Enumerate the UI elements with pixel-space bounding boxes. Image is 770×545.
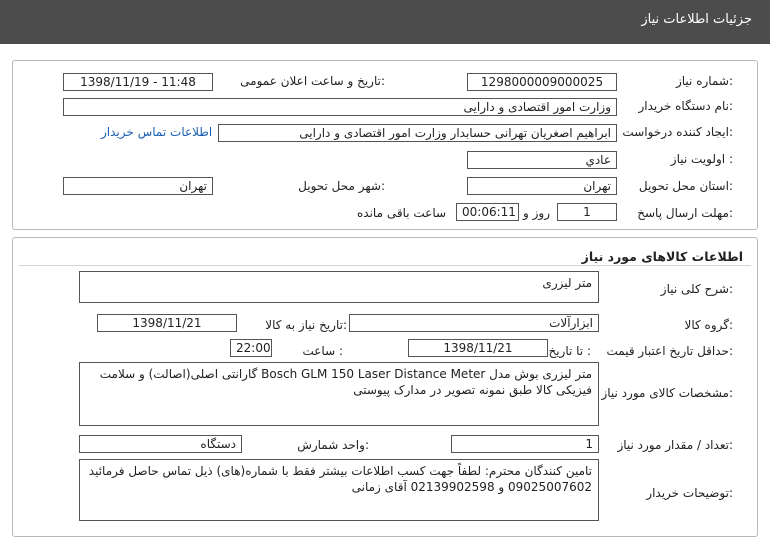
province-label: استان محل تحویل: [638, 179, 733, 193]
deadline-time-field: 00:06:11 [456, 203, 519, 221]
announce-date-label: تاریخ و ساعت اعلان عمومی: [240, 74, 385, 88]
unit-field: دستگاه [79, 435, 242, 453]
days-word: روز و [523, 206, 550, 220]
remaining-word: ساعت باقی مانده [357, 206, 447, 220]
creator-field: ابراهیم اصغریان تهرانی حسابدار وزارت امو… [218, 124, 617, 142]
deadline-days-field: 1 [557, 203, 617, 221]
deadline-label: مهلت ارسال پاسخ: [637, 206, 733, 220]
qty-field: 1 [451, 435, 599, 453]
specs-label: مشخصات کالای مورد نیاز: [601, 386, 733, 400]
specs-field: متر لیزری بوش مدل Bosch GLM 150 Laser Di… [79, 362, 599, 426]
group-label: گروه کالا: [684, 318, 734, 332]
validity-label: حداقل تاریخ اعتبار قیمت: [606, 344, 733, 358]
qty-label: تعداد / مقدار مورد نیاز: [617, 438, 733, 452]
goods-info-panel: اطلاعات کالاهای مورد نیاز شرح کلی نیاز: … [12, 237, 758, 537]
validity-hour-label: ساعت : [302, 344, 343, 358]
section-divider [19, 265, 751, 266]
summary-label: شرح کلی نیاز: [660, 282, 733, 296]
page-header: جزئیات اطلاعات نیاز [0, 0, 770, 44]
city-label: شهر محل تحویل: [298, 179, 385, 193]
city-field: تهران [63, 177, 213, 195]
summary-field: متر لیزری [79, 271, 599, 303]
validity-time-field: 22:00 [230, 339, 272, 357]
validity-date-field: 1398/11/21 [408, 339, 548, 357]
buyer-notes-field: تامین کنندگان محترم: لطفاً جهت کسب اطلاع… [79, 459, 599, 521]
need-number-field: 1298000009000025 [467, 73, 617, 91]
need-number-label: شماره نیاز: [675, 74, 733, 88]
need-date-label: تاریخ نیاز به کالا: [265, 318, 347, 332]
until-date-label: تا تاریخ : [548, 344, 591, 358]
group-field: ابزارآلات [349, 314, 599, 332]
priority-label: اولویت نیاز : [670, 152, 733, 166]
creator-label: ایجاد کننده درخواست: [622, 125, 733, 139]
request-info-panel: شماره نیاز: 1298000009000025 تاریخ و ساع… [12, 60, 758, 230]
announce-date-field: 1398/11/19 - 11:48 [63, 73, 213, 91]
unit-label: واحد شمارش: [297, 438, 369, 452]
need-date-field: 1398/11/21 [97, 314, 237, 332]
buyer-contact-link[interactable]: اطلاعات تماس خریدار [101, 125, 212, 139]
buyer-notes-label: توضیحات خریدار: [646, 486, 733, 500]
buyer-org-label: نام دستگاه خریدار: [638, 99, 734, 113]
buyer-org-field: وزارت امور اقتصادی و دارایی [63, 98, 617, 116]
goods-section-title: اطلاعات کالاهای مورد نیاز [581, 249, 743, 264]
province-field: تهران [467, 177, 617, 195]
page-title: جزئیات اطلاعات نیاز [641, 12, 752, 27]
priority-field: عادي [467, 151, 617, 169]
